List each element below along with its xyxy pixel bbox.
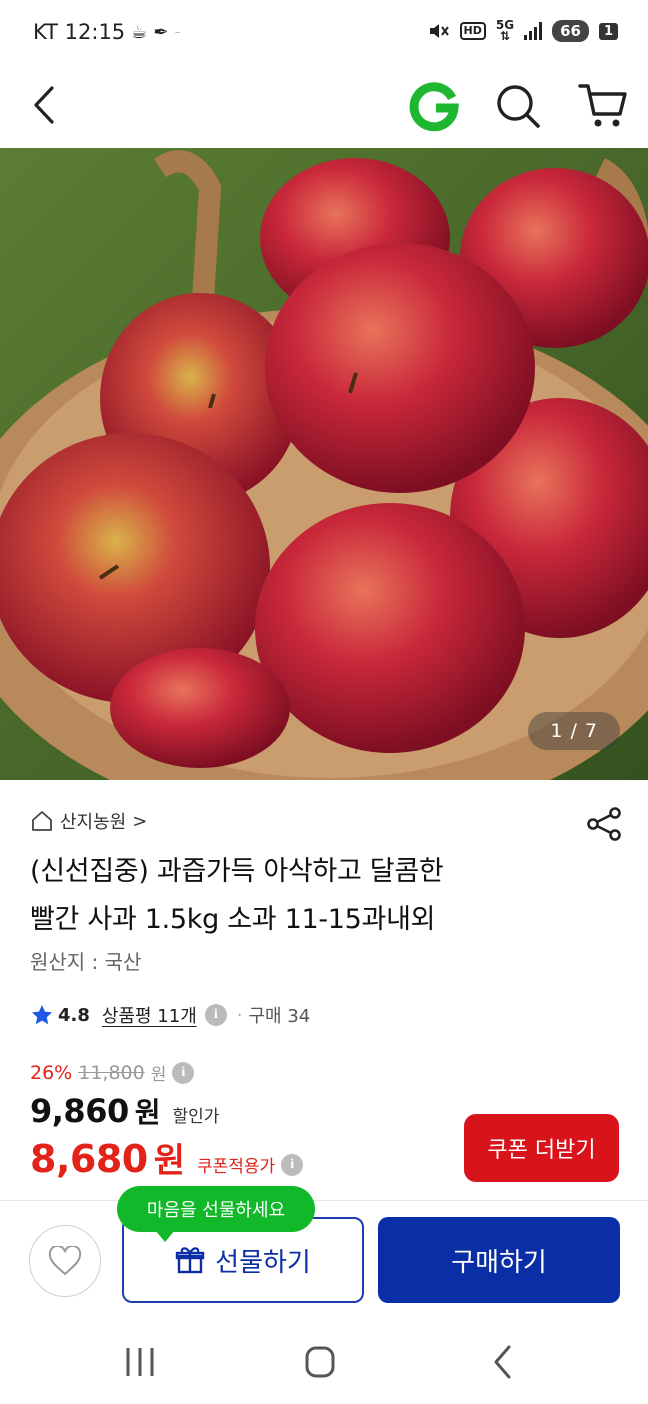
coffee-icon: ☕ [131, 21, 148, 43]
gift-tooltip: 마음을 선물하세요 [117, 1186, 315, 1242]
share-button[interactable] [584, 804, 624, 844]
carrier-time: KT 12:15 [33, 20, 126, 44]
product-title: (신선집중) 과즙가득 아삭하고 달콤한 빨간 사과 1.5kg 소과 11-1… [30, 848, 590, 944]
cart-icon [578, 84, 627, 127]
sale-price-unit: 원 [134, 1096, 161, 1129]
coupon-price: 8,680 [30, 1137, 148, 1181]
recents-icon [126, 1348, 154, 1376]
status-left: KT 12:15 ☕ ✒ ~ [33, 20, 181, 44]
recents-button[interactable] [118, 1342, 162, 1382]
discount-rate: 26% [30, 1061, 73, 1084]
gmarket-logo-button[interactable] [408, 80, 460, 132]
sale-label: 할인가 [172, 1107, 220, 1127]
coupon-info-icon[interactable]: i [281, 1153, 304, 1176]
rating-score: 4.8 [58, 1004, 90, 1026]
info-icon[interactable]: i [204, 1004, 227, 1026]
gmarket-g-logo-icon [409, 82, 459, 132]
sale-price-row: 9,860 원 할인가 [30, 1091, 303, 1131]
gift-button-label: 선물하기 [215, 1247, 311, 1278]
heart-icon [48, 1246, 82, 1276]
apple-basket-image [0, 148, 648, 780]
coupon-price-row: 8,680 원 쿠폰적용가 i [30, 1133, 304, 1182]
origin-text: 원산지 : 국산 [30, 950, 142, 974]
buy-button[interactable]: 구매하기 [378, 1217, 620, 1303]
network-indicator: 5G ⇅ [495, 18, 515, 43]
original-price-unit: 원 [150, 1065, 167, 1085]
back-button[interactable] [20, 80, 70, 130]
battery-indicator: 66 [552, 20, 589, 42]
chevron-left-icon [34, 86, 54, 124]
home-button[interactable] [298, 1342, 342, 1382]
original-price: 11,800 [78, 1061, 145, 1084]
rating-row: 4.8 상품평 11개 i · 구매 34 [30, 1002, 310, 1028]
product-title-line1: (신선집중) 과즙가득 아삭하고 달콤한 [30, 856, 444, 887]
coupon-label-group: 쿠폰적용가 i [196, 1152, 304, 1177]
status-bar: KT 12:15 ☕ ✒ ~ HD 5G ⇅ 66 1 [0, 0, 648, 66]
seller-link[interactable]: 산지농원 > [30, 808, 147, 834]
hd-badge: HD [459, 22, 486, 40]
seller-chevron-icon: > [132, 810, 148, 832]
sale-price: 9,860 [30, 1092, 129, 1130]
gift-icon [175, 1247, 205, 1274]
price-block: 26% 11,800 원 i 9,860 원 할인가 8,680 원 쿠폰적용가… [30, 1060, 304, 1182]
star-icon [32, 1005, 52, 1025]
cart-button[interactable] [576, 80, 630, 132]
product-title-line2: 빨간 사과 1.5kg 소과 11-15과내외 [30, 904, 436, 935]
status-right: HD 5G ⇅ 66 1 [428, 18, 618, 43]
purchase-count: 구매 34 [248, 1006, 311, 1027]
product-image-carousel[interactable]: 1 / 7 [0, 148, 648, 780]
review-link[interactable]: 상품평 11개 [102, 1002, 197, 1028]
search-button[interactable] [492, 80, 544, 132]
home-icon [305, 1346, 335, 1378]
bottom-action-bar: 선물하기 구매하기 [0, 1200, 648, 1320]
back-icon [494, 1345, 511, 1379]
home-store-icon [32, 811, 52, 831]
price-info-icon[interactable]: i [172, 1061, 195, 1084]
more-coupon-button[interactable]: 쿠폰 더받기 [464, 1114, 619, 1182]
image-counter: 1 / 7 [528, 712, 620, 750]
system-navigation-bar [0, 1320, 648, 1404]
coupon-label: 쿠폰적용가 [196, 1157, 276, 1177]
signal-icon [524, 22, 543, 40]
search-icon [497, 85, 540, 128]
notification-count: 1 [598, 22, 618, 40]
coupon-price-unit: 원 [153, 1141, 185, 1181]
wishlist-button[interactable] [29, 1225, 101, 1297]
system-back-button[interactable] [482, 1342, 526, 1382]
mute-icon [429, 24, 449, 38]
seller-name: 산지농원 [60, 812, 127, 833]
app-bar [0, 66, 648, 148]
small-notification-icon: ~ [174, 27, 182, 37]
pen-icon: ✒ [153, 21, 169, 43]
share-icon [587, 807, 621, 841]
discount-row: 26% 11,800 원 i [30, 1060, 303, 1085]
separator-dot: · [236, 1004, 243, 1026]
